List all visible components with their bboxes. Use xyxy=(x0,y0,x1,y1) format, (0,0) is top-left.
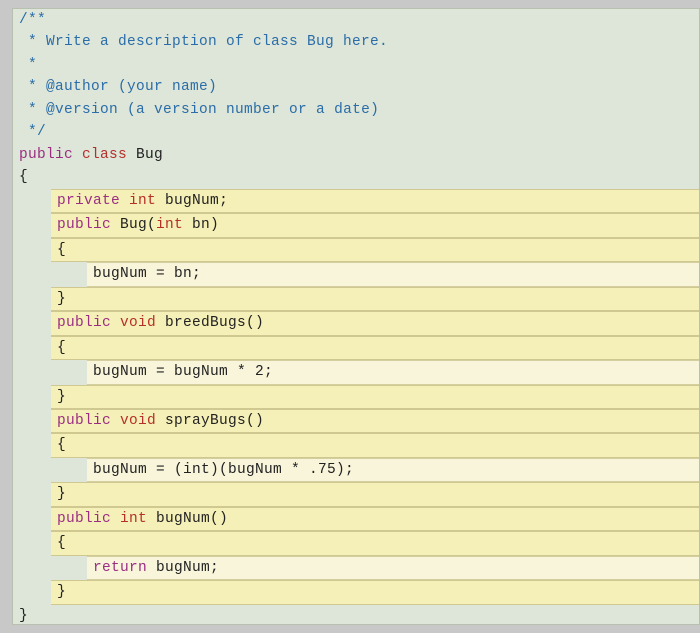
comment-text: (a version number or a date) xyxy=(127,102,379,118)
code-line: } xyxy=(51,580,699,604)
type: int xyxy=(156,217,183,233)
code-line: } xyxy=(51,287,699,311)
keyword: class xyxy=(82,147,127,163)
code-line: { xyxy=(51,238,699,262)
code-line: * xyxy=(13,54,699,76)
keyword: public xyxy=(19,147,73,163)
keyword: private xyxy=(57,193,120,209)
type: int xyxy=(120,511,147,527)
comment-text: */ xyxy=(19,124,46,140)
keyword: public xyxy=(57,217,111,233)
code-line: public void breedBugs() xyxy=(51,311,699,335)
type: void xyxy=(120,315,156,331)
brace: } xyxy=(57,389,66,405)
brace: } xyxy=(57,486,66,502)
code-line: * @version (a version number or a date) xyxy=(13,99,699,121)
code-line: public class Bug xyxy=(13,144,699,166)
code-line: bugNum = bn; xyxy=(87,262,699,286)
code-line: return bugNum; xyxy=(87,556,699,580)
brace: { xyxy=(57,535,66,551)
brace: { xyxy=(57,437,66,453)
code-line: public void sprayBugs() xyxy=(51,409,699,433)
code-line: bugNum = (int)(bugNum * .75); xyxy=(87,458,699,482)
code-line: } xyxy=(13,605,699,625)
comment-text: /** xyxy=(19,12,46,28)
keyword: public xyxy=(57,413,111,429)
code-line: { xyxy=(51,336,699,360)
code-line: public int bugNum() xyxy=(51,507,699,531)
param-name: bn) xyxy=(183,217,219,233)
statement: bugNum = bn; xyxy=(93,266,201,282)
field-name: bugNum xyxy=(156,193,219,209)
comment-text: * xyxy=(19,57,37,73)
statement: bugNum = (int)(bugNum * .75); xyxy=(93,462,354,478)
keyword: public xyxy=(57,315,111,331)
brace: } xyxy=(57,291,66,307)
code-line: /** xyxy=(13,9,699,31)
brace: { xyxy=(19,169,28,185)
comment-text: * Write a description of class Bug here. xyxy=(19,34,388,50)
code-line: * Write a description of class Bug here. xyxy=(13,31,699,53)
keyword: public xyxy=(57,511,111,527)
brace: } xyxy=(19,608,28,624)
class-name: Bug xyxy=(127,147,163,163)
ctor-name: Bug( xyxy=(111,217,156,233)
statement: bugNum = bugNum * 2; xyxy=(93,364,273,380)
code-line: bugNum = bugNum * 2; xyxy=(87,360,699,384)
comment-tag: * @author xyxy=(19,79,118,95)
code-line: */ xyxy=(13,121,699,143)
comment-text: (your name) xyxy=(118,79,217,95)
keyword: return xyxy=(93,560,147,576)
brace: { xyxy=(57,242,66,258)
method-name: sprayBugs() xyxy=(156,413,264,429)
method-name: bugNum() xyxy=(147,511,228,527)
code-line: { xyxy=(51,531,699,555)
code-line: private int bugNum; xyxy=(51,189,699,213)
code-line: { xyxy=(13,166,699,188)
statement: bugNum; xyxy=(147,560,219,576)
brace: { xyxy=(57,340,66,356)
method-name: breedBugs() xyxy=(156,315,264,331)
brace: } xyxy=(57,584,66,600)
code-line: } xyxy=(51,482,699,506)
type: int xyxy=(129,193,156,209)
code-line: * @author (your name) xyxy=(13,76,699,98)
code-line: { xyxy=(51,433,699,457)
type: void xyxy=(120,413,156,429)
code-line: } xyxy=(51,385,699,409)
code-editor[interactable]: /** * Write a description of class Bug h… xyxy=(12,8,700,625)
code-line: public Bug(int bn) xyxy=(51,213,699,237)
comment-tag: * @version xyxy=(19,102,127,118)
semi: ; xyxy=(219,193,228,209)
